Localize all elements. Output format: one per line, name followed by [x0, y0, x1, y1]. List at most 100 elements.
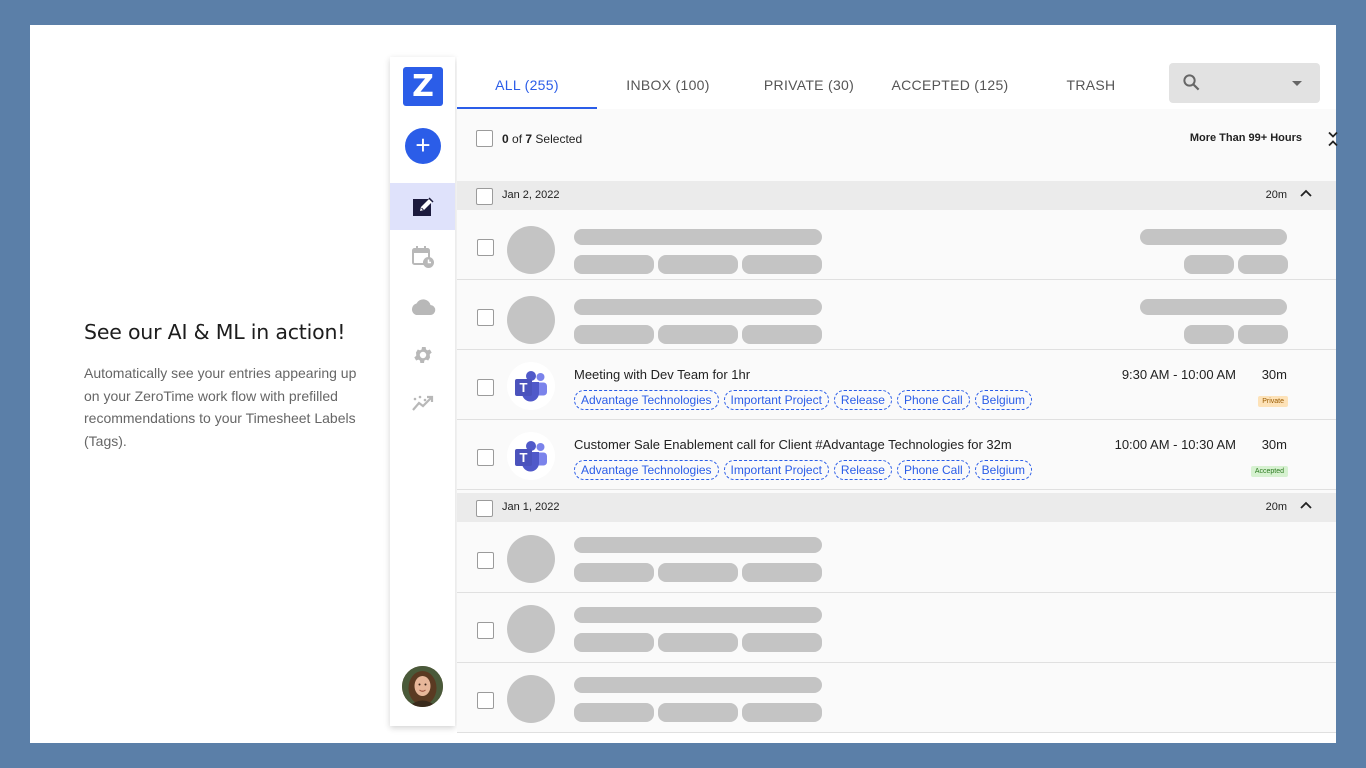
group-duration: 20m	[1265, 189, 1287, 201]
tag-placeholder	[574, 325, 654, 344]
tag-chip[interactable]: Important Project	[723, 460, 829, 480]
select-all-checkbox[interactable]	[476, 130, 493, 147]
tag-list: Advantage Technologies Important Project…	[574, 460, 1033, 480]
avatar-placeholder	[507, 296, 555, 344]
title-placeholder	[574, 607, 822, 623]
sidebar: Z +	[390, 57, 455, 726]
selection-count: 0 of 7 Selected	[502, 132, 583, 146]
event-row[interactable]: T Meeting with Dev Team for 1hr Advantag…	[457, 350, 1336, 420]
duration-placeholder	[1184, 255, 1234, 274]
avatar-placeholder	[507, 535, 555, 583]
sidebar-item-calendar[interactable]	[390, 233, 455, 280]
avatar-placeholder	[507, 605, 555, 653]
tag-placeholder	[574, 255, 654, 274]
tag-placeholder	[658, 703, 738, 722]
teams-icon: T	[507, 432, 555, 480]
tag-placeholder	[574, 633, 654, 652]
tag-chip[interactable]: Important Project	[723, 390, 829, 410]
group-duration: 20m	[1265, 501, 1287, 513]
tag-placeholder	[658, 325, 738, 344]
event-row[interactable]: T Customer Sale Enablement call for Clie…	[457, 420, 1336, 490]
duration-placeholder	[1184, 325, 1234, 344]
group-header: Jan 1, 2022 20m	[457, 493, 1336, 522]
title-placeholder	[574, 677, 822, 693]
collapse-all-icon[interactable]	[1327, 131, 1339, 147]
tag-list: Advantage Technologies Important Project…	[574, 390, 1033, 410]
cloud-icon	[411, 298, 435, 315]
event-duration: 30m	[1261, 437, 1287, 452]
group-date: Jan 1, 2022	[502, 501, 560, 513]
avatar-placeholder	[507, 675, 555, 723]
tab-inbox[interactable]: INBOX (100)	[598, 77, 738, 109]
hours-filter-label[interactable]: More Than 99+ Hours	[1190, 132, 1302, 144]
row-checkbox[interactable]	[477, 552, 494, 569]
add-entry-button[interactable]: +	[405, 128, 441, 164]
tag-chip[interactable]: Advantage Technologies	[574, 460, 719, 480]
status-placeholder	[1238, 255, 1288, 274]
tag-placeholder	[742, 325, 822, 344]
row-checkbox[interactable]	[477, 309, 494, 326]
title-placeholder	[574, 537, 822, 553]
row-checkbox[interactable]	[477, 692, 494, 709]
event-time: 9:30 AM - 10:00 AM	[1121, 367, 1236, 382]
event-title: Customer Sale Enablement call for Client…	[574, 437, 1012, 452]
gear-icon	[413, 346, 432, 363]
row-checkbox[interactable]	[477, 379, 494, 396]
tag-chip[interactable]: Release	[833, 390, 892, 410]
title-placeholder	[574, 299, 822, 315]
promo-title: See our AI & ML in action!	[84, 320, 346, 344]
sidebar-item-settings[interactable]	[390, 331, 455, 378]
zerotime-logo[interactable]: Z	[403, 67, 443, 106]
tag-placeholder	[658, 563, 738, 582]
list-item-placeholder	[457, 663, 1336, 733]
tag-placeholder	[742, 255, 822, 274]
event-time: 10:00 AM - 10:30 AM	[1114, 437, 1236, 452]
search-icon	[1183, 74, 1200, 91]
group-date: Jan 2, 2022	[502, 189, 560, 201]
svg-text:T: T	[520, 450, 528, 465]
edit-note-icon	[412, 196, 434, 216]
promo-description: Automatically see your entries appearing…	[84, 365, 357, 449]
tab-all[interactable]: ALL (255)	[457, 77, 597, 109]
tag-chip[interactable]: Advantage Technologies	[574, 390, 719, 410]
teams-icon: T	[507, 362, 555, 410]
chevron-up-icon[interactable]	[1300, 188, 1312, 198]
promo-section: See our AI & ML in action! Automatically…	[84, 320, 374, 452]
group-checkbox[interactable]	[476, 188, 493, 205]
tag-placeholder	[742, 563, 822, 582]
tag-chip[interactable]: Belgium	[974, 460, 1033, 480]
list-item-placeholder	[457, 593, 1336, 663]
tag-chip[interactable]: Phone Call	[896, 460, 970, 480]
event-duration: 30m	[1261, 367, 1287, 382]
row-checkbox[interactable]	[477, 239, 494, 256]
tag-chip[interactable]: Belgium	[974, 390, 1033, 410]
tag-placeholder	[574, 563, 654, 582]
time-placeholder	[1140, 229, 1287, 245]
list-item-placeholder	[457, 210, 1336, 280]
sidebar-item-entries[interactable]	[390, 183, 455, 230]
sidebar-item-cloud[interactable]	[390, 283, 455, 330]
search-input[interactable]	[1169, 63, 1320, 103]
tag-chip[interactable]: Phone Call	[896, 390, 970, 410]
group-checkbox[interactable]	[476, 500, 493, 517]
user-avatar[interactable]	[402, 666, 443, 707]
chevron-up-icon[interactable]	[1300, 500, 1312, 510]
sidebar-item-insights[interactable]	[390, 379, 455, 426]
tag-placeholder	[574, 703, 654, 722]
status-placeholder	[1238, 325, 1288, 344]
tag-chip[interactable]: Release	[833, 460, 892, 480]
row-checkbox[interactable]	[477, 449, 494, 466]
tag-placeholder	[658, 255, 738, 274]
tab-private[interactable]: PRIVATE (30)	[739, 77, 879, 109]
tab-accepted[interactable]: ACCEPTED (125)	[880, 77, 1020, 109]
row-checkbox[interactable]	[477, 622, 494, 639]
tag-placeholder	[658, 633, 738, 652]
page-frame: See our AI & ML in action! Automatically…	[30, 25, 1339, 743]
selection-bar: 0 of 7 Selected More Than 99+ Hours	[457, 121, 1339, 155]
svg-text:T: T	[520, 380, 528, 395]
calendar-clock-icon	[411, 245, 434, 268]
time-placeholder	[1140, 299, 1287, 315]
tab-trash[interactable]: TRASH	[1021, 77, 1161, 109]
title-placeholder	[574, 229, 822, 245]
dropdown-arrow-icon[interactable]	[1291, 80, 1303, 87]
